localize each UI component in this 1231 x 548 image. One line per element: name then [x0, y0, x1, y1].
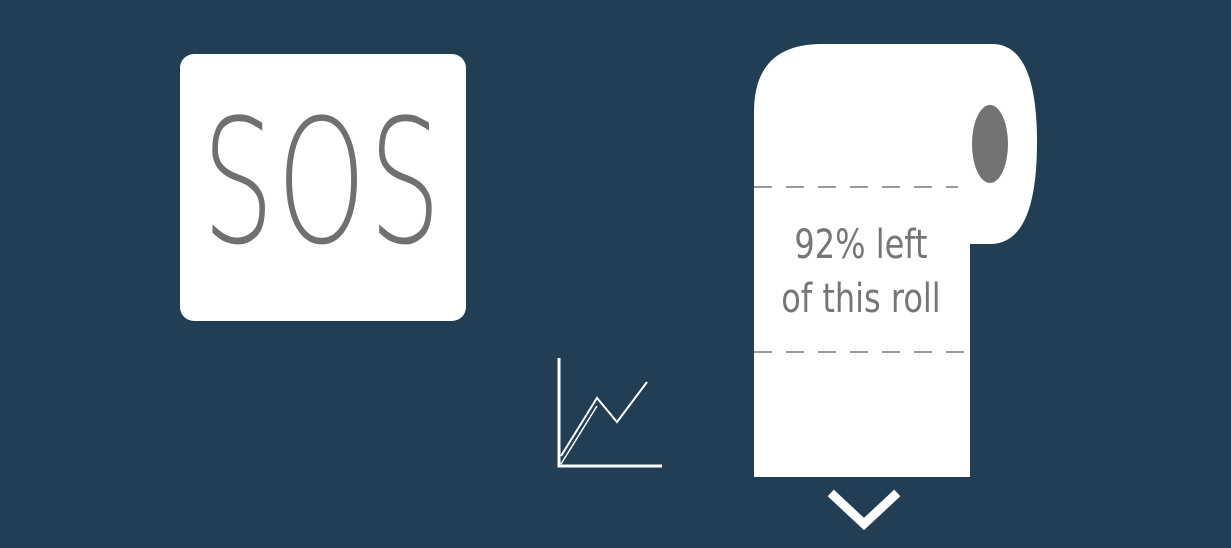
- roll-remaining-label: 92% left of this roll: [774, 218, 948, 326]
- roll-remaining-line-2: of this roll: [781, 276, 941, 322]
- sos-label: SOS: [202, 81, 444, 283]
- chevron-down-icon[interactable]: [828, 488, 900, 534]
- line-chart-icon: [557, 358, 662, 468]
- roll-remaining-line-1: 92% left: [794, 222, 928, 268]
- sos-button[interactable]: SOS: [180, 54, 466, 321]
